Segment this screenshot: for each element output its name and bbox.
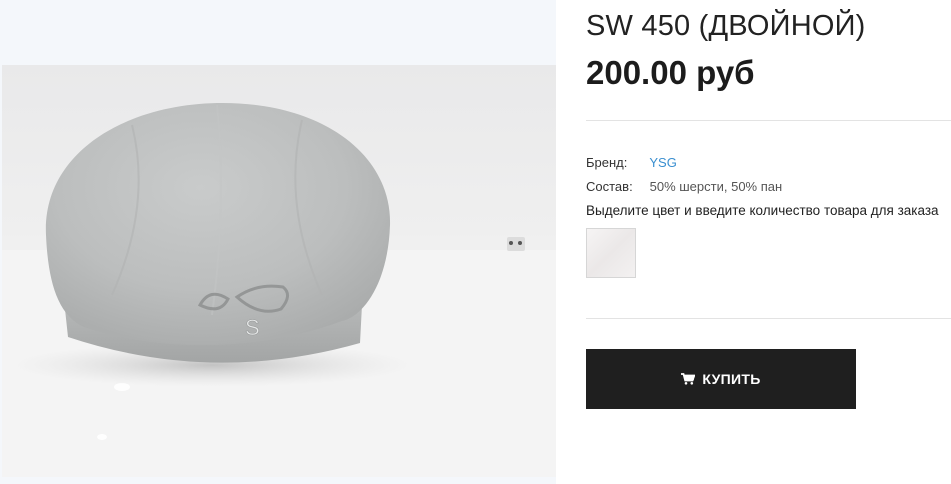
composition-value: 50% шерсти, 50% пан [649,179,783,194]
product-price: 200.00 руб [586,54,755,91]
color-swatch[interactable] [586,228,636,278]
buy-button-label: КУПИТЬ [702,371,761,387]
brand-row: Бренд: YSG [586,155,677,170]
composition-label: Состав: [586,179,633,194]
composition-row: Состав: 50% шерсти, 50% пан [586,179,782,194]
product-page: S SW 450 (ДВОЙНОЙ) 200.00 руб Бренд: YSG… [0,0,951,484]
product-title: SW 450 (ДВОЙНОЙ) [586,10,866,42]
svg-text:S: S [245,315,260,340]
product-info: SW 450 (ДВОЙНОЙ) 200.00 руб Бренд: YSG С… [586,0,951,484]
beret-photo: S [2,102,556,477]
order-instruction: Выделите цвет и введите количество товар… [586,203,939,218]
product-image-panel: S [0,0,556,484]
product-photo[interactable]: S [2,65,556,477]
divider [586,120,951,121]
buy-button[interactable]: КУПИТЬ [586,349,856,409]
cart-icon [681,373,696,385]
brand-label: Бренд: [586,155,628,170]
divider [586,318,951,319]
brand-link[interactable]: YSG [649,155,676,170]
